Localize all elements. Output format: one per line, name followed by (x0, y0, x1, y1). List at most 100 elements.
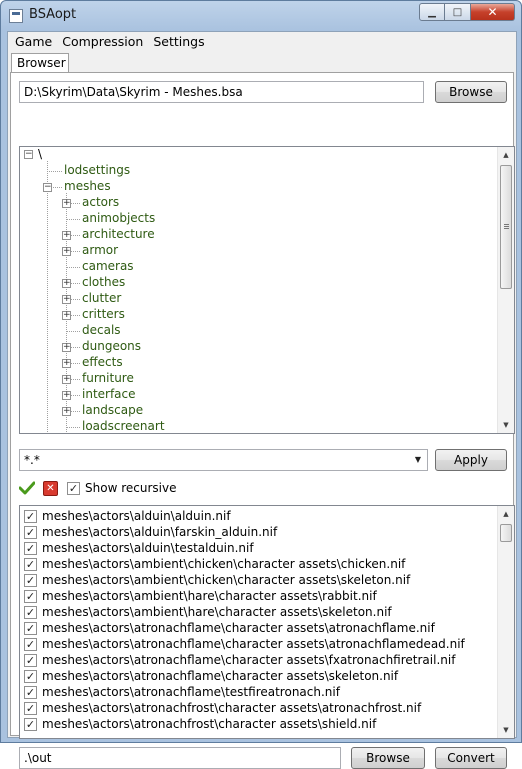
tree-item[interactable]: loadscreenart (82, 419, 165, 433)
expand-icon[interactable]: + (62, 343, 71, 352)
scroll-up-arrow-icon[interactable]: ▲ (498, 506, 514, 522)
file-row[interactable]: ✓ meshes\actors\atronachfrost\character a… (22, 700, 492, 716)
tree-item[interactable]: actors (82, 195, 119, 211)
grip-line (504, 226, 509, 227)
close-button[interactable]: ✕ (471, 3, 515, 21)
file-row[interactable]: ✓ meshes\actors\alduin\farskin_alduin.nif (22, 524, 492, 540)
file-checkbox[interactable]: ✓ (24, 542, 37, 555)
tree-item[interactable]: interface (82, 387, 136, 403)
tree-connector (66, 331, 80, 332)
client-area: Game Compression Settings Browser D:\Sky… (7, 31, 517, 769)
file-scrollbar[interactable]: ▲ ▼ (497, 506, 514, 738)
scroll-down-arrow-icon[interactable]: ▼ (498, 722, 514, 738)
maximize-button[interactable]: □ (445, 3, 471, 21)
output-browse-button[interactable]: Browse (351, 747, 425, 769)
file-row[interactable]: ✓ meshes\actors\ambient\hare\character as… (22, 588, 492, 604)
expand-icon[interactable]: + (62, 199, 71, 208)
tree-item[interactable]: furniture (82, 371, 134, 387)
file-name: meshes\actors\ambient\hare\character ass… (42, 589, 377, 603)
expand-icon[interactable]: + (62, 375, 71, 384)
output-path-input[interactable]: .\out (19, 747, 341, 769)
tree-item[interactable]: architecture (82, 227, 155, 243)
apply-button[interactable]: Apply (435, 449, 507, 471)
file-row[interactable]: ✓ meshes\actors\atronachfrost\character a… (22, 716, 492, 732)
scroll-up-arrow-icon[interactable]: ▲ (498, 147, 514, 163)
file-checkbox[interactable]: ✓ (24, 510, 37, 523)
tree-item[interactable]: cameras (82, 259, 134, 275)
file-row[interactable]: ✓ meshes\actors\atronachflame\testfireatr… (22, 684, 492, 700)
tree-item[interactable]: landscape (82, 403, 143, 419)
file-checkbox[interactable]: ✓ (24, 718, 37, 731)
grip-line (504, 224, 509, 225)
menu-game[interactable]: Game (10, 32, 57, 52)
file-row[interactable]: ✓ meshes\actors\alduin\alduin.nif (22, 508, 492, 524)
minimize-button[interactable]: ▁ (419, 3, 445, 21)
check-all-icon[interactable] (19, 481, 35, 495)
tree-item[interactable]: dungeons (82, 339, 141, 355)
file-list[interactable]: ✓ meshes\actors\alduin\alduin.nif ✓ meshes\… (19, 505, 515, 739)
tree-scroll-thumb[interactable] (500, 165, 512, 289)
show-recursive-checkbox[interactable]: ✓ (67, 482, 80, 495)
tree-item[interactable]: animobjects (82, 211, 155, 227)
folder-tree[interactable]: − \ lodsettings − meshes + actors animobjects… (19, 146, 515, 434)
collapse-icon[interactable]: − (24, 150, 33, 159)
expand-icon[interactable]: + (62, 407, 71, 416)
uncheck-all-icon[interactable]: ✕ (43, 481, 58, 496)
file-checkbox[interactable]: ✓ (24, 606, 37, 619)
tree-item[interactable]: clutter (82, 291, 121, 307)
tree-scrollbar[interactable]: ▲ ▼ (497, 147, 514, 433)
file-name: meshes\actors\atronachfrost\character as… (42, 717, 377, 731)
app-window: BSAopt ▁ □ ✕ Game Compression Settings B… (0, 0, 522, 769)
scroll-down-arrow-icon[interactable]: ▼ (498, 417, 514, 433)
expand-icon[interactable]: + (62, 359, 71, 368)
tree-item[interactable]: armor (82, 243, 118, 259)
file-name: meshes\actors\alduin\alduin.nif (42, 509, 231, 523)
tree-item[interactable]: critters (82, 307, 125, 323)
menu-bar: Game Compression Settings (8, 32, 516, 52)
file-scroll-thumb[interactable] (500, 524, 512, 542)
app-icon[interactable] (9, 9, 23, 23)
expand-icon[interactable]: + (62, 295, 71, 304)
file-checkbox[interactable]: ✓ (24, 574, 37, 587)
title-bar[interactable]: BSAopt ▁ □ ✕ (1, 1, 521, 31)
file-row[interactable]: ✓ meshes\actors\atronachflame\character a… (22, 636, 492, 652)
convert-button[interactable]: Convert (435, 747, 507, 769)
file-checkbox[interactable]: ✓ (24, 686, 37, 699)
file-row[interactable]: ✓ meshes\actors\alduin\testalduin.nif (22, 540, 492, 556)
filter-combobox[interactable]: *.* ▼ (19, 449, 428, 471)
archive-path-input[interactable]: D:\Skyrim\Data\Skyrim - Meshes.bsa (19, 81, 424, 103)
file-row[interactable]: ✓ meshes\actors\atronachflame\character a… (22, 620, 492, 636)
tree-item[interactable]: effects (82, 355, 123, 371)
tree-item[interactable]: clothes (82, 275, 125, 291)
file-row[interactable]: ✓ meshes\actors\ambient\chicken\character… (22, 572, 492, 588)
file-checkbox[interactable]: ✓ (24, 654, 37, 667)
file-checkbox[interactable]: ✓ (24, 558, 37, 571)
expand-icon[interactable]: + (62, 231, 71, 240)
expand-icon[interactable]: + (62, 247, 71, 256)
file-row[interactable]: ✓ meshes\actors\ambient\hare\character as… (22, 604, 492, 620)
file-name: meshes\actors\ambient\chicken\character … (42, 573, 411, 587)
tree-item[interactable]: meshes (64, 179, 111, 195)
collapse-icon[interactable]: − (43, 183, 52, 192)
tab-browser[interactable]: Browser (11, 53, 69, 73)
tree-item[interactable]: lodsettings (64, 163, 130, 179)
show-recursive-label: Show recursive (85, 481, 177, 495)
file-checkbox[interactable]: ✓ (24, 670, 37, 683)
file-row[interactable]: ✓ meshes\actors\atronachflame\character a… (22, 668, 492, 684)
expand-icon[interactable]: + (62, 279, 71, 288)
file-checkbox[interactable]: ✓ (24, 638, 37, 651)
dropdown-arrow-icon[interactable]: ▼ (411, 452, 425, 468)
menu-compression[interactable]: Compression (57, 32, 148, 52)
menu-settings[interactable]: Settings (148, 32, 209, 52)
file-checkbox[interactable]: ✓ (24, 702, 37, 715)
file-checkbox[interactable]: ✓ (24, 622, 37, 635)
tree-item[interactable]: decals (82, 323, 121, 339)
expand-icon[interactable]: + (62, 391, 71, 400)
tree-root[interactable]: \ (38, 147, 42, 163)
expand-icon[interactable]: + (62, 311, 71, 320)
file-row[interactable]: ✓ meshes\actors\ambient\chicken\character… (22, 556, 492, 572)
file-checkbox[interactable]: ✓ (24, 590, 37, 603)
file-checkbox[interactable]: ✓ (24, 526, 37, 539)
file-row[interactable]: ✓ meshes\actors\atronachflame\character a… (22, 652, 492, 668)
archive-browse-button[interactable]: Browse (435, 81, 507, 103)
